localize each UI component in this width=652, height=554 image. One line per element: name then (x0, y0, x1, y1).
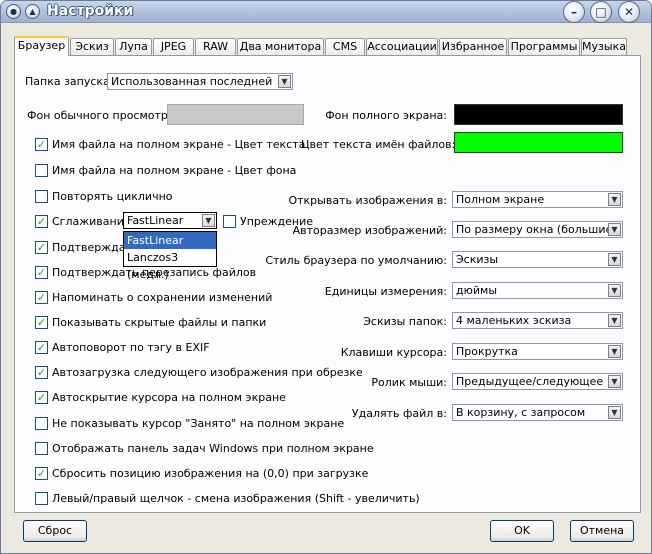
settings-window: ● ▲ Настройки – □ ✕ Браузер Эскиз Лупа J… (0, 0, 652, 554)
loop-label: Повторять циклично (52, 190, 173, 203)
cancel-button[interactable]: Отмена (570, 520, 634, 542)
smoothing-label: Сглаживание (52, 215, 131, 228)
chevron-down-icon: ▼ (608, 345, 621, 358)
filename-text-color-swatch[interactable] (454, 132, 623, 153)
units-value: дюймы (456, 284, 497, 297)
tab-programs[interactable]: Программы (508, 38, 580, 55)
maximize-button[interactable]: □ (590, 1, 612, 23)
chevron-down-icon: ▼ (278, 75, 291, 88)
tab-thumbnail[interactable]: Эскиз (70, 38, 114, 55)
system-menu-icon[interactable]: ● (6, 4, 21, 19)
smoothing-option-lanczos3[interactable]: Lanczos3 (медл.) (124, 249, 216, 281)
checkbox-autoload-next[interactable]: ✓ (35, 366, 48, 379)
rollup-icon[interactable]: ▲ (25, 4, 40, 19)
chevron-down-icon: ▼ (202, 214, 215, 227)
checkbox-confirm[interactable]: ✓ (35, 241, 48, 254)
autosize-label: Авторазмер изображений: (292, 224, 447, 237)
tab-raw[interactable]: RAW (195, 38, 236, 55)
browser-style-label: Стиль браузера по умолчанию: (265, 254, 447, 267)
mouse-wheel-select[interactable]: Предыдущее/следующее ▼ (452, 373, 623, 390)
browser-style-select[interactable]: Эскизы ▼ (452, 251, 623, 268)
tab-associations[interactable]: Ассоциации (366, 38, 438, 55)
folder-thumbs-select[interactable]: 4 маленьких эскиза ▼ (452, 312, 623, 329)
remind-save-label: Напоминать о сохранении изменений (52, 291, 273, 304)
browser-style-value: Эскизы (456, 253, 499, 266)
cursor-keys-value: Прокрутка (456, 345, 518, 358)
smoothing-option-fastlinear[interactable]: FastLinear (124, 232, 216, 249)
chevron-down-icon: ▼ (608, 193, 621, 206)
chevron-down-icon: ▼ (608, 314, 621, 327)
fullscreen-bg-label: Фон полного экрана: (325, 109, 447, 122)
mouse-wheel-label: Ролик мыши: (371, 376, 447, 389)
startup-folder-value: Использованная последней (111, 75, 273, 88)
hide-cursor-label: Автоскрытие курсора на полном экране (52, 391, 286, 404)
cursor-keys-label: Клавиши курсора: (340, 346, 447, 359)
folder-thumbs-label: Эскизы папок: (363, 315, 447, 328)
checkbox-hide-cursor[interactable]: ✓ (35, 391, 48, 404)
units-label: Единицы измерения: (324, 285, 447, 298)
window-title: Настройки (47, 3, 134, 19)
click-navigation-label: Левый/правый щелчок - смена изображения … (52, 492, 420, 505)
cursor-keys-select[interactable]: Прокрутка ▼ (452, 343, 623, 360)
checkbox-loop[interactable] (35, 190, 48, 203)
delete-file-label: Удалять файл в: (351, 407, 447, 420)
smoothing-dropdown-list: FastLinear Lanczos3 (медл.) (123, 231, 217, 281)
ok-button[interactable]: OK (490, 520, 554, 542)
open-images-select[interactable]: Полном экране ▼ (452, 191, 623, 208)
tab-favorites[interactable]: Избранное (439, 38, 507, 55)
smoothing-value: FastLinear (127, 214, 184, 227)
reset-position-label: Сбросить позицию изображения на (0,0) пр… (52, 467, 369, 480)
fullscreen-filename-bg-label: Имя файла на полном экране - Цвет фона (52, 164, 297, 177)
autosize-value: По размеру окна (большие) (456, 223, 617, 236)
tab-music[interactable]: Музыка (581, 38, 627, 55)
checkbox-preload[interactable] (223, 215, 236, 228)
normal-bg-label: Фон обычного просмотра: (27, 109, 179, 122)
units-select[interactable]: дюймы ▼ (452, 282, 623, 299)
checkbox-fullscreen-filename-bg[interactable] (35, 164, 48, 177)
minimize-button[interactable]: – (563, 1, 585, 23)
show-taskbar-label: Отображать панель задач Windows при полн… (52, 442, 374, 455)
delete-file-value: В корзину, с запросом (456, 406, 586, 419)
delete-file-select[interactable]: В корзину, с запросом ▼ (452, 404, 623, 421)
checkbox-click-navigation[interactable] (35, 492, 48, 505)
startup-folder-label: Папка запуска: (25, 75, 114, 88)
folder-thumbs-value: 4 маленьких эскиза (456, 314, 572, 327)
checkbox-smoothing[interactable]: ✓ (35, 215, 48, 228)
tab-loupe[interactable]: Лупа (115, 38, 152, 55)
chevron-down-icon: ▼ (608, 253, 621, 266)
exif-rotate-label: Автоповорот по тэгу в EXIF (52, 341, 210, 354)
checkbox-reset-position[interactable]: ✓ (35, 467, 48, 480)
reset-button[interactable]: Сброс (23, 520, 87, 542)
checkbox-show-taskbar[interactable] (35, 442, 48, 455)
tab-jpeg[interactable]: JPEG (153, 38, 194, 55)
chevron-down-icon: ▼ (608, 284, 621, 297)
autosize-select[interactable]: По размеру окна (большие) ▼ (452, 221, 623, 238)
tab-cms[interactable]: CMS (325, 38, 365, 55)
smoothing-select[interactable]: FastLinear ▼ (123, 212, 217, 229)
checkbox-exif-rotate[interactable]: ✓ (35, 341, 48, 354)
normal-bg-swatch[interactable] (167, 104, 304, 125)
close-button[interactable]: ✕ (618, 1, 640, 23)
tab-browser[interactable]: Браузер (14, 36, 69, 56)
checkbox-show-hidden[interactable]: ✓ (35, 316, 48, 329)
checkbox-fullscreen-filename-text[interactable]: ✓ (35, 138, 48, 151)
title-bar: ● ▲ Настройки – □ ✕ (1, 1, 651, 23)
filename-text-color-label: Цвет текста имён файлов: (301, 138, 456, 151)
fullscreen-filename-text-label: Имя файла на полном экране - Цвет текста (52, 138, 306, 151)
open-images-value: Полном экране (456, 193, 545, 206)
mouse-wheel-value: Предыдущее/следующее (456, 375, 604, 388)
tab-dual-monitor[interactable]: Два монитора (237, 38, 324, 55)
fullscreen-bg-swatch[interactable] (454, 104, 623, 125)
show-hidden-label: Показывать скрытые файлы и папки (52, 316, 267, 329)
chevron-down-icon: ▼ (608, 406, 621, 419)
checkbox-no-busy-cursor[interactable] (35, 417, 48, 430)
chevron-down-icon: ▼ (608, 375, 621, 388)
checkbox-remind-save[interactable]: ✓ (35, 291, 48, 304)
checkbox-confirm-overwrite[interactable]: ✓ (35, 266, 48, 279)
startup-folder-select[interactable]: Использованная последней ▼ (107, 73, 293, 90)
chevron-down-icon: ▼ (608, 223, 621, 236)
open-images-label: Открывать изображения в: (288, 194, 447, 207)
